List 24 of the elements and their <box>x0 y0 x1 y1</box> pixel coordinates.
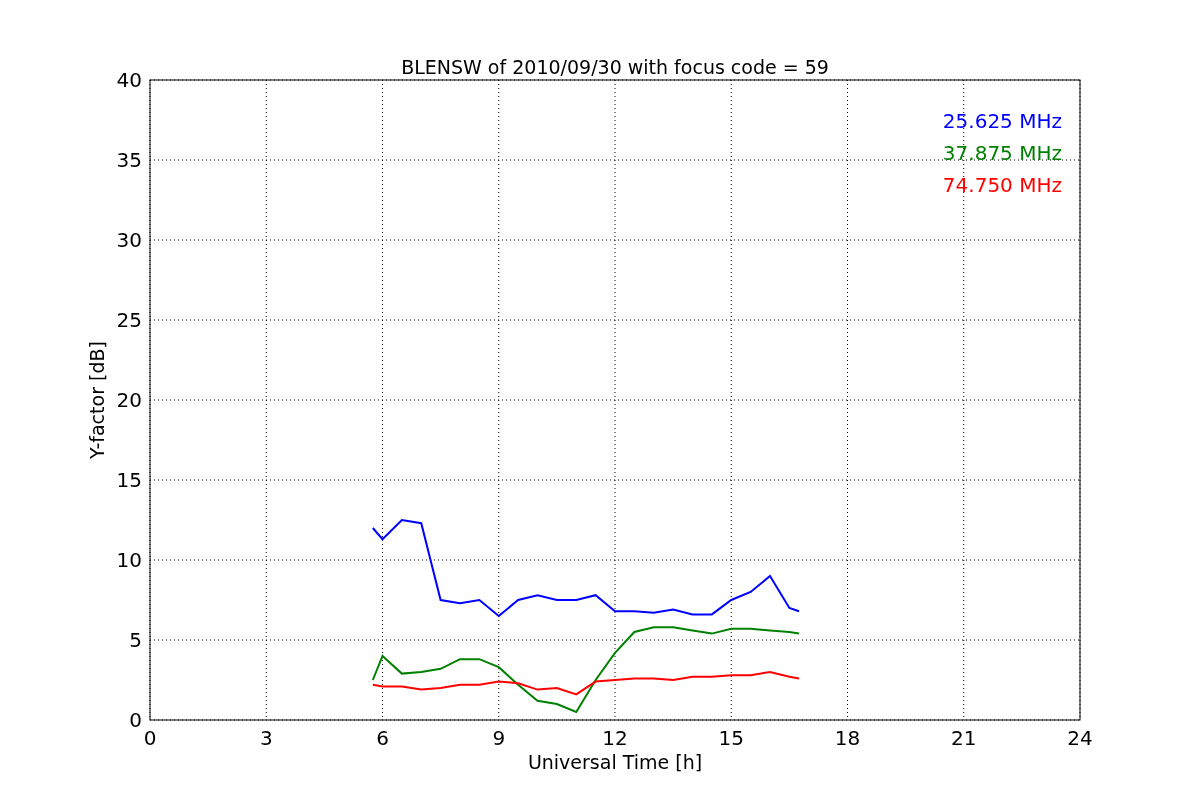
legend-label: 74.750 MHz <box>942 173 1062 197</box>
x-axis-label: Universal Time [h] <box>527 751 703 773</box>
y-tick-label: 25 <box>116 308 142 332</box>
x-tick-label: 6 <box>376 726 389 750</box>
x-tick-label: 9 <box>492 726 506 750</box>
x-tick-label: 0 <box>143 726 157 750</box>
x-tick-label: 15 <box>718 726 744 750</box>
y-tick-label: 15 <box>116 468 142 492</box>
x-tick-label: 12 <box>602 726 628 750</box>
legend-label: 25.625 MHz <box>942 109 1062 133</box>
y-tick-label: 0 <box>129 708 142 732</box>
y-tick-label: 40 <box>116 68 142 92</box>
y-tick-label: 20 <box>116 388 142 412</box>
y-axis-label: Y-factor [dB] <box>86 341 108 459</box>
x-tick-label: 18 <box>834 726 861 750</box>
y-tick-label: 30 <box>116 228 142 252</box>
y-tick-label: 35 <box>116 148 142 172</box>
x-tick-label: 3 <box>259 726 273 750</box>
chart-title: BLENSW of 2010/09/30 with focus code = 59 <box>401 56 829 78</box>
legend-label: 37.875 MHz <box>942 141 1062 165</box>
x-tick-label: 21 <box>951 726 977 750</box>
y-tick-label: 5 <box>129 628 142 652</box>
y-tick-label: 10 <box>116 548 142 572</box>
x-tick-label: 24 <box>1067 726 1093 750</box>
